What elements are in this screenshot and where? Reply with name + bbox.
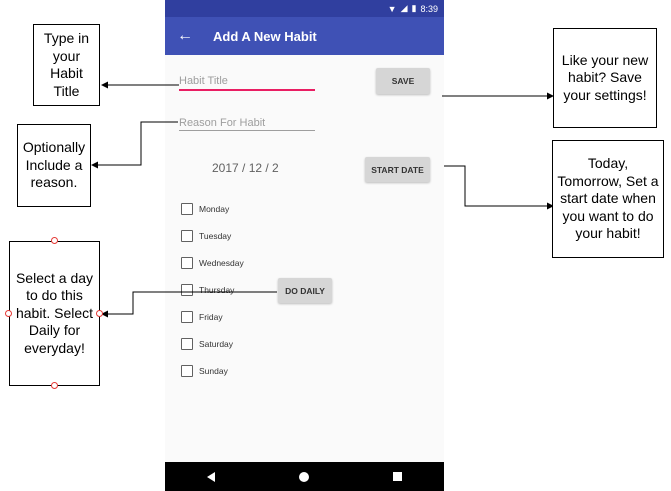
note-start-date: Today, Tomorrow, Set a start date when y…	[552, 140, 664, 258]
selection-handle[interactable]	[96, 310, 103, 317]
note-habit-title: Type in your Habit Title	[33, 24, 100, 106]
reason-connector	[91, 121, 178, 169]
days-connector	[101, 291, 277, 318]
note-days: Select a day to do this habit. Select Da…	[9, 241, 100, 386]
selection-handle[interactable]	[51, 237, 58, 244]
selection-handle[interactable]	[51, 382, 58, 389]
note-reason: Optionally Include a reason.	[17, 124, 91, 207]
selection-handle[interactable]	[5, 310, 12, 317]
start-date-connector	[444, 165, 554, 210]
note-save: Like your new habit? Save your settings!	[553, 28, 657, 128]
